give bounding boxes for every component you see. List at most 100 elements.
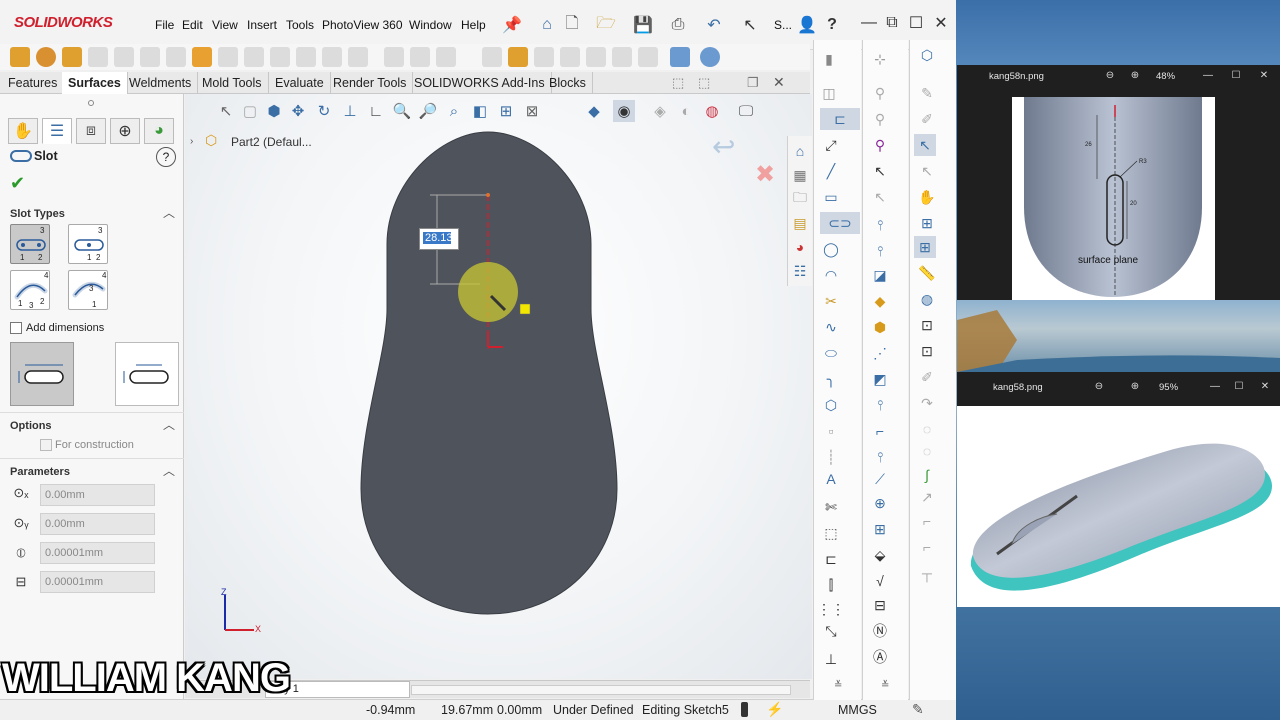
filter-alt-icon[interactable]: ⚲ [869,108,891,130]
relation-tool-icon[interactable]: ⊞ [914,236,936,258]
horizontal-scrollbar[interactable] [411,685,791,695]
reference-geometry-icon[interactable] [586,47,606,67]
center-y-input[interactable]: 0.00mm [40,513,155,535]
slot-width-input[interactable]: 0.00001mm [40,542,155,564]
close-button[interactable]: ✕ [1257,379,1273,393]
trim-icon[interactable]: ✂ [820,290,842,312]
panel-splitter-icon[interactable] [88,100,94,106]
point-icon[interactable]: ▫ [820,420,842,442]
filter-welds-icon[interactable]: √ [869,570,891,592]
straight-slot-button[interactable]: 3 1 2 [10,224,50,264]
user-icon[interactable]: 👤 [797,15,817,35]
filter-faces-icon[interactable]: ⚲ [869,134,891,156]
center-x-input[interactable]: 0.00mm [40,484,155,506]
menu-tools[interactable]: Tools [286,18,314,32]
delete-face-icon[interactable] [270,47,290,67]
disabled-tool-icon[interactable]: ✐ [916,366,938,388]
filter-notes-icon[interactable]: Ⓝ [869,620,891,642]
tab-weldments[interactable]: Weldments [123,72,199,94]
ruler-icon[interactable]: 📏 [916,262,938,284]
display-relations-icon[interactable]: ⊥ [820,648,842,670]
zoom-in-icon[interactable]: ⊕ [1127,68,1143,82]
center-to-center-option[interactable] [115,342,179,406]
surface-options-icon[interactable] [638,47,658,67]
revolved-surface-icon[interactable] [36,47,56,67]
filter-icon[interactable]: ⚲ [869,82,891,104]
polygon-icon[interactable]: ⬡ [820,394,842,416]
rectangle-icon[interactable]: ▭ [820,186,842,208]
tab-mold-tools[interactable]: Mold Tools [196,72,269,94]
fillet-icon[interactable]: ╮ [820,368,842,390]
mirror-icon[interactable]: ⫿ [820,574,842,596]
plane-icon[interactable] [670,47,690,67]
draw-icon[interactable]: ✎ [916,82,938,104]
filter-annotations-icon[interactable]: ⬙ [869,544,891,566]
minimize-button[interactable]: — [1200,68,1216,82]
menu-view[interactable]: View [212,18,238,32]
trim-surface-icon[interactable] [410,47,430,67]
thicken-icon[interactable] [482,47,502,67]
hand-icon[interactable]: ✋ [916,186,938,208]
move-entities-icon[interactable]: ⤡ [820,620,842,642]
rebuild-icon[interactable]: ⚡ [766,701,783,718]
ruled-surface-icon[interactable] [218,47,238,67]
open-folder-icon[interactable]: 🗁 [596,15,616,35]
convert-entities-icon[interactable]: ⬚ [820,522,842,544]
display-manager-tab-icon[interactable]: ◕ [144,118,174,144]
disabled-tool-icon[interactable]: ◌ [916,440,938,462]
transform-alt-icon[interactable]: ⊡ [916,340,938,362]
menu-edit[interactable]: Edit [182,18,203,32]
circle-icon[interactable]: ◯ [820,238,842,260]
collapse-icon[interactable]: ▮ [818,48,840,70]
3point-arc-slot-button[interactable]: 4 1 3 2 [10,270,50,310]
design-library-icon[interactable]: ▦ [789,164,811,186]
dimension-input-box[interactable]: 28.13 [419,228,459,250]
offset-entities-icon[interactable]: ⊏ [820,548,842,570]
resources-home-icon[interactable]: ⌂ [789,140,811,162]
tile-icon[interactable]: ⬚ [672,75,684,91]
filter-solids-icon[interactable]: ◆ [869,290,891,312]
disabled-tool-icon[interactable]: ⌐ [916,510,938,532]
feature-manager-tab-icon[interactable]: ✋ [8,118,38,144]
swept-surface-icon[interactable] [62,47,82,67]
transform-icon[interactable]: ⊡ [916,314,938,336]
search-commands[interactable]: S... [774,18,792,32]
curves-icon[interactable] [612,47,632,67]
configuration-manager-tab-icon[interactable]: ⧈ [76,118,106,144]
collapse-chevron-icon[interactable]: ︿ [163,204,175,221]
trim-entities-icon[interactable]: ✄ [820,496,842,518]
minimize-button[interactable]: — [858,12,880,34]
text-icon[interactable]: A [820,468,842,490]
custom-properties-icon[interactable]: ☷ [789,260,811,282]
centerline-icon[interactable]: ┊ [820,446,842,468]
slot-length-input[interactable]: 0.00001mm [40,571,155,593]
boundary-surface-icon[interactable] [114,47,134,67]
file-explorer-icon[interactable]: 🗀 [789,188,811,210]
doc-restore-icon[interactable]: ❐ [747,75,759,91]
linear-pattern-icon[interactable]: ⋮⋮ [817,598,845,620]
dimension-value[interactable]: 28.13 [423,232,453,244]
property-manager-tab-icon[interactable]: ☰ [42,118,72,144]
pin-icon[interactable]: 📌 [502,15,522,35]
curve-fit-icon[interactable]: ∫ [916,464,938,486]
replace-face-icon[interactable] [296,47,316,67]
overall-length-option[interactable] [10,342,74,406]
help-icon[interactable]: ? [822,15,842,35]
more-icon[interactable]: ≚ [834,680,842,691]
filled-surface-icon[interactable] [140,47,160,67]
maximize-button[interactable]: ☐ [905,12,927,34]
tile-alt-icon[interactable]: ⬚ [698,75,710,91]
zoom-in-icon[interactable]: ⊕ [1127,379,1143,393]
filter-text-icon[interactable]: Ⓐ [869,646,891,668]
view-orientation-cube-icon[interactable]: ⬡ [916,44,938,66]
view-palette-icon[interactable]: ▤ [789,212,811,234]
lofted-surface-icon[interactable] [88,47,108,67]
filter-axes-icon[interactable]: ⫯ [869,446,891,468]
untrim-surface-icon[interactable] [348,47,368,67]
select-alt-icon[interactable]: ↖ [869,186,891,208]
erase-icon[interactable]: ✐ [916,108,938,130]
cut-with-surface-icon[interactable] [534,47,554,67]
filter-planes-icon[interactable]: ◩ [869,368,891,390]
tab-render-tools[interactable]: Render Tools [327,72,414,94]
reference-axis-icon[interactable]: ⊹ [869,48,891,70]
